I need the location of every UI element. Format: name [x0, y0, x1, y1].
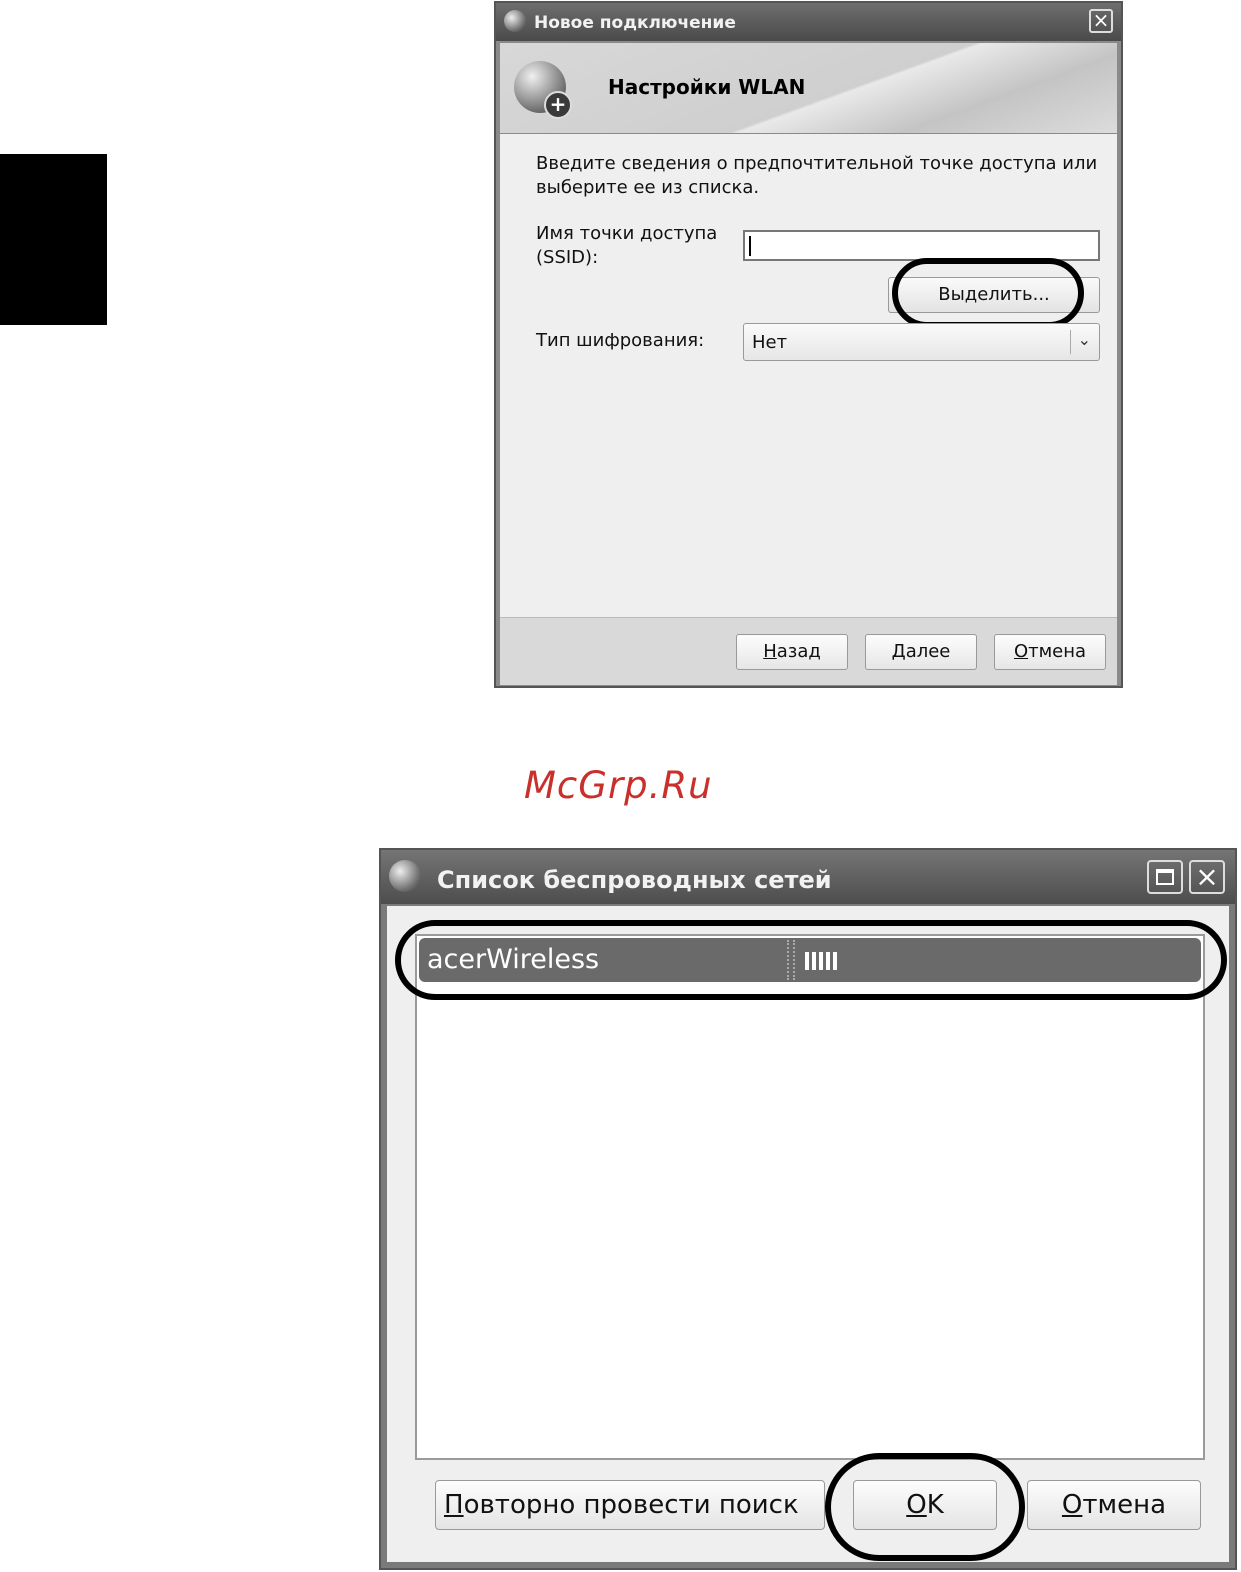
cancel-button[interactable]: Отмена: [994, 634, 1106, 670]
chevron-down-icon: ⌄: [1077, 330, 1091, 349]
back-mnemonic: Н: [763, 641, 777, 662]
close-icon[interactable]: ×: [1189, 860, 1225, 894]
add-icon: +: [544, 91, 572, 119]
cancel-mnemonic: О: [1013, 641, 1029, 662]
next-mnemonic: Д: [891, 641, 906, 662]
cancel-label: тмена: [1082, 1490, 1167, 1520]
globe-icon: [504, 10, 526, 32]
wireless-networks-dialog: Список беспроводных сетей × acerWireless…: [379, 848, 1237, 1570]
close-icon[interactable]: ×: [1089, 9, 1113, 33]
encryption-value: Нет: [752, 332, 788, 353]
next-button[interactable]: Далее: [865, 634, 977, 670]
rescan-mnemonic: П: [444, 1490, 464, 1520]
cancel-button[interactable]: Отмена: [1027, 1480, 1201, 1530]
ssid-label: Имя точки доступа (SSID):: [536, 223, 718, 268]
wizard-body: Введите сведения о предпочтительной точк…: [500, 134, 1117, 617]
encryption-label: Тип шифрования:: [536, 330, 705, 351]
highlight-ring: [825, 1453, 1025, 1561]
ssid-input[interactable]: [743, 230, 1100, 261]
dialog-titlebar: Новое подключение ×: [496, 3, 1121, 41]
side-tab-marker: [0, 154, 107, 325]
encryption-select[interactable]: Нет ⌄: [743, 323, 1100, 361]
highlight-ring: [395, 920, 1227, 1000]
wizard-title: Настройки WLAN: [608, 75, 806, 99]
network-list[interactable]: acerWireless: [415, 934, 1205, 1460]
cancel-mnemonic: О: [1061, 1490, 1083, 1520]
intro-text: Введите сведения о предпочтительной точк…: [536, 153, 1098, 198]
next-label: алее: [905, 641, 951, 662]
wizard-footer: Назад Далее Отмена: [500, 617, 1117, 685]
highlight-ring: [892, 258, 1084, 328]
dialog-body: acerWireless Повторно провести поиск OK …: [387, 906, 1229, 1562]
dialog-title: Список беспроводных сетей: [437, 866, 832, 894]
globe-icon: [389, 860, 421, 892]
watermark: McGrp.Ru: [524, 764, 713, 807]
text-caret: [749, 236, 751, 256]
select-divider: [1070, 330, 1071, 354]
rescan-label: овторно провести поиск: [463, 1490, 799, 1520]
back-button[interactable]: Назад: [736, 634, 848, 670]
new-connection-dialog: Новое подключение × + Настройки WLAN Вве…: [494, 1, 1123, 688]
wizard-header: + Настройки WLAN: [500, 43, 1117, 133]
maximize-icon[interactable]: [1147, 860, 1183, 894]
dialog-title: Новое подключение: [534, 13, 736, 33]
back-label: азад: [776, 641, 821, 662]
dialog-titlebar: Список беспроводных сетей ×: [381, 850, 1235, 904]
cancel-label: тмена: [1028, 641, 1087, 662]
rescan-button[interactable]: Повторно провести поиск: [435, 1480, 825, 1530]
